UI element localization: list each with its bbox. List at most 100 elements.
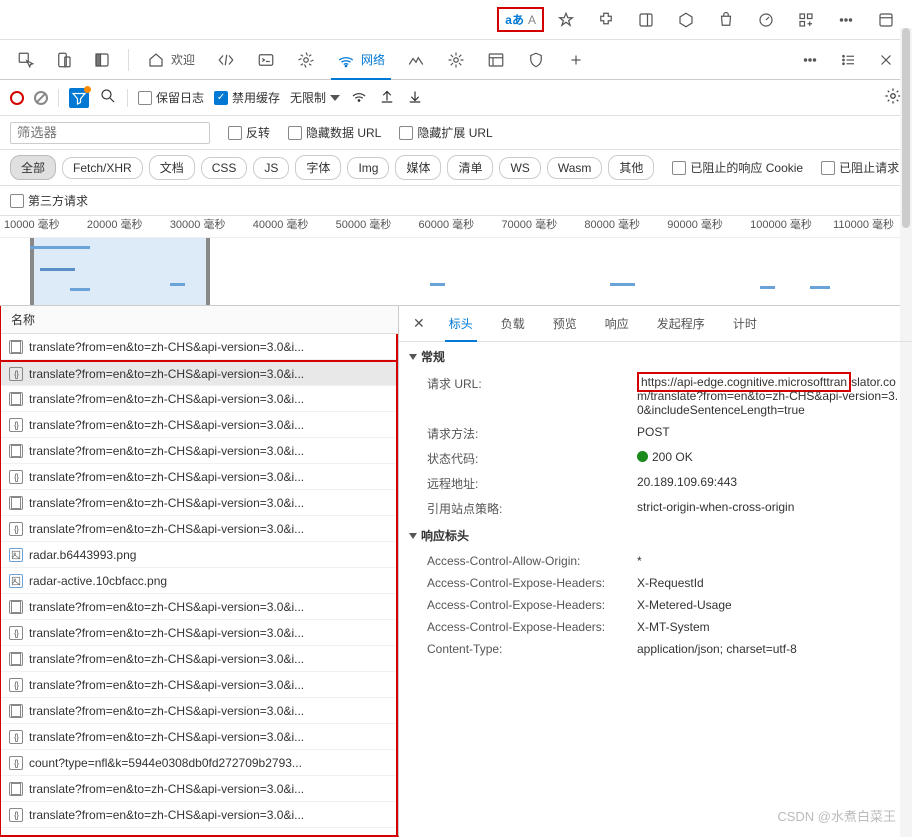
request-row[interactable]: translate?from=en&to=zh-CHS&api-version=… <box>1 360 396 386</box>
tab-welcome[interactable]: 欢迎 <box>137 42 205 78</box>
close-detail-icon[interactable]: ✕ <box>405 315 433 332</box>
sidebar-icon[interactable] <box>628 2 664 38</box>
request-row[interactable]: radar-active.10cbfacc.png <box>1 568 396 594</box>
doc-icon <box>9 392 23 406</box>
download-icon[interactable] <box>406 87 424 108</box>
request-row[interactable]: translate?from=en&to=zh-CHS&api-version=… <box>1 412 396 438</box>
name-column-header[interactable]: 名称 <box>1 306 398 334</box>
errorlist-icon[interactable] <box>830 42 866 78</box>
request-row[interactable]: translate?from=en&to=zh-CHS&api-version=… <box>1 776 396 802</box>
extensions-icon[interactable] <box>588 2 624 38</box>
dtab-payload[interactable]: 负载 <box>489 307 537 341</box>
request-row[interactable]: translate?from=en&to=zh-CHS&api-version=… <box>1 438 396 464</box>
request-row[interactable]: radar.b6443993.png <box>1 542 396 568</box>
type-other[interactable]: 其他 <box>608 155 654 180</box>
dtab-preview[interactable]: 预览 <box>541 307 589 341</box>
request-name: translate?from=en&to=zh-CHS&api-version=… <box>29 678 304 692</box>
timeline[interactable]: 10000 毫秒20000 毫秒30000 毫秒40000 毫秒50000 毫秒… <box>0 216 912 306</box>
dock-icon[interactable] <box>84 42 120 78</box>
dtab-timing[interactable]: 计时 <box>721 307 769 341</box>
translate-icon[interactable]: aあ <box>505 11 524 28</box>
response-header-row: Access-Control-Allow-Origin:* <box>399 550 912 572</box>
blocked-cookies-checkbox[interactable]: 已阻止的响应 Cookie <box>672 159 803 176</box>
request-row[interactable]: translate?from=en&to=zh-CHS&api-version=… <box>1 464 396 490</box>
type-ws[interactable]: WS <box>499 157 540 179</box>
dtab-response[interactable]: 响应 <box>593 307 641 341</box>
device-icon[interactable] <box>46 42 82 78</box>
tab-console[interactable] <box>247 42 285 78</box>
apps-icon[interactable] <box>788 2 824 38</box>
favorite-icon[interactable] <box>548 2 584 38</box>
record-button[interactable] <box>10 91 24 105</box>
read-aloud-icon[interactable]: A <box>528 13 536 27</box>
request-row[interactable]: translate?from=en&to=zh-CHS&api-version=… <box>1 646 396 672</box>
tab-elements[interactable] <box>207 42 245 78</box>
type-manifest[interactable]: 清单 <box>447 155 493 180</box>
tab-security[interactable] <box>517 42 555 78</box>
remote-address-row: 远程地址:20.189.109.69:443 <box>399 471 912 496</box>
json-icon <box>9 730 23 744</box>
general-section[interactable]: 常规 <box>399 342 912 371</box>
request-url-row: 请求 URL: https://api-edge.cognitive.micro… <box>399 371 912 421</box>
request-row[interactable]: translate?from=en&to=zh-CHS&api-version=… <box>1 698 396 724</box>
filter-input[interactable] <box>10 122 210 144</box>
type-js[interactable]: JS <box>253 157 289 179</box>
search-icon[interactable] <box>99 87 117 108</box>
request-row[interactable]: count?type=nfl&k=5944e0308db0fd272709b27… <box>1 750 396 776</box>
json-icon <box>9 522 23 536</box>
tab-network[interactable]: 网络 <box>327 42 395 78</box>
type-doc[interactable]: 文档 <box>149 155 195 180</box>
type-wasm[interactable]: Wasm <box>547 157 603 179</box>
request-row[interactable]: translate?from=en&to=zh-CHS&api-version=… <box>1 620 396 646</box>
type-font[interactable]: 字体 <box>295 155 341 180</box>
request-row[interactable]: translate?from=en&to=zh-CHS&api-version=… <box>1 672 396 698</box>
panel-icon[interactable] <box>868 2 904 38</box>
status-code-row: 状态代码:200 OK <box>399 446 912 471</box>
type-fetch[interactable]: Fetch/XHR <box>62 157 143 179</box>
disable-cache-checkbox[interactable]: ✓禁用缓存 <box>214 89 280 106</box>
dtab-headers[interactable]: 标头 <box>437 307 485 341</box>
request-row[interactable]: translate?from=en&to=zh-CHS&api-version=… <box>1 516 396 542</box>
tab-more[interactable] <box>557 42 595 78</box>
type-media[interactable]: 媒体 <box>395 155 441 180</box>
request-row[interactable]: translate?from=en&to=zh-CHS&api-version=… <box>1 386 396 412</box>
tab-memory[interactable] <box>437 42 475 78</box>
request-row[interactable]: translate?from=en&to=zh-CHS&api-version=… <box>1 334 396 360</box>
close-devtools-icon[interactable] <box>868 42 904 78</box>
tab-performance[interactable] <box>397 42 435 78</box>
request-row[interactable]: translate?from=en&to=zh-CHS&api-version=… <box>1 802 396 828</box>
type-css[interactable]: CSS <box>201 157 248 179</box>
request-row[interactable]: translate?from=en&to=zh-CHS&api-version=… <box>1 490 396 516</box>
performance-icon[interactable] <box>748 2 784 38</box>
clear-button[interactable] <box>31 88 51 108</box>
collections-icon[interactable] <box>668 2 704 38</box>
preserve-log-checkbox[interactable]: 保留日志 <box>138 89 204 106</box>
json-icon <box>9 367 23 381</box>
throttle-select[interactable]: 无限制 <box>290 89 340 106</box>
more-icon[interactable] <box>828 2 864 38</box>
upload-icon[interactable] <box>378 87 396 108</box>
request-row[interactable]: translate?from=en&to=zh-CHS&api-version=… <box>1 594 396 620</box>
doc-icon <box>9 704 23 718</box>
request-name: translate?from=en&to=zh-CHS&api-version=… <box>29 340 304 354</box>
wifi-icon[interactable] <box>350 87 368 108</box>
hide-data-url-checkbox[interactable]: 隐藏数据 URL <box>288 124 381 141</box>
hide-ext-url-checkbox[interactable]: 隐藏扩展 URL <box>399 124 492 141</box>
request-row[interactable]: translate?from=en&to=zh-CHS&api-version=… <box>1 724 396 750</box>
shopping-icon[interactable] <box>708 2 744 38</box>
type-all[interactable]: 全部 <box>10 155 56 180</box>
tab-sources[interactable] <box>287 42 325 78</box>
response-headers-section[interactable]: 响应标头 <box>399 521 912 550</box>
inspect-icon[interactable] <box>8 42 44 78</box>
tab-application[interactable] <box>477 42 515 78</box>
dtab-initiator[interactable]: 发起程序 <box>645 307 717 341</box>
type-img[interactable]: Img <box>347 157 389 179</box>
json-icon <box>9 808 23 822</box>
devtools-tab-bar: 欢迎 网络 <box>0 40 912 80</box>
filter-toggle[interactable] <box>69 88 89 108</box>
invert-checkbox[interactable]: 反转 <box>228 124 270 141</box>
third-party-checkbox[interactable]: 第三方请求 <box>10 192 88 209</box>
settings-more-icon[interactable] <box>792 42 828 78</box>
blocked-requests-checkbox[interactable]: 已阻止请求 <box>821 159 899 176</box>
request-name: translate?from=en&to=zh-CHS&api-version=… <box>29 392 304 406</box>
